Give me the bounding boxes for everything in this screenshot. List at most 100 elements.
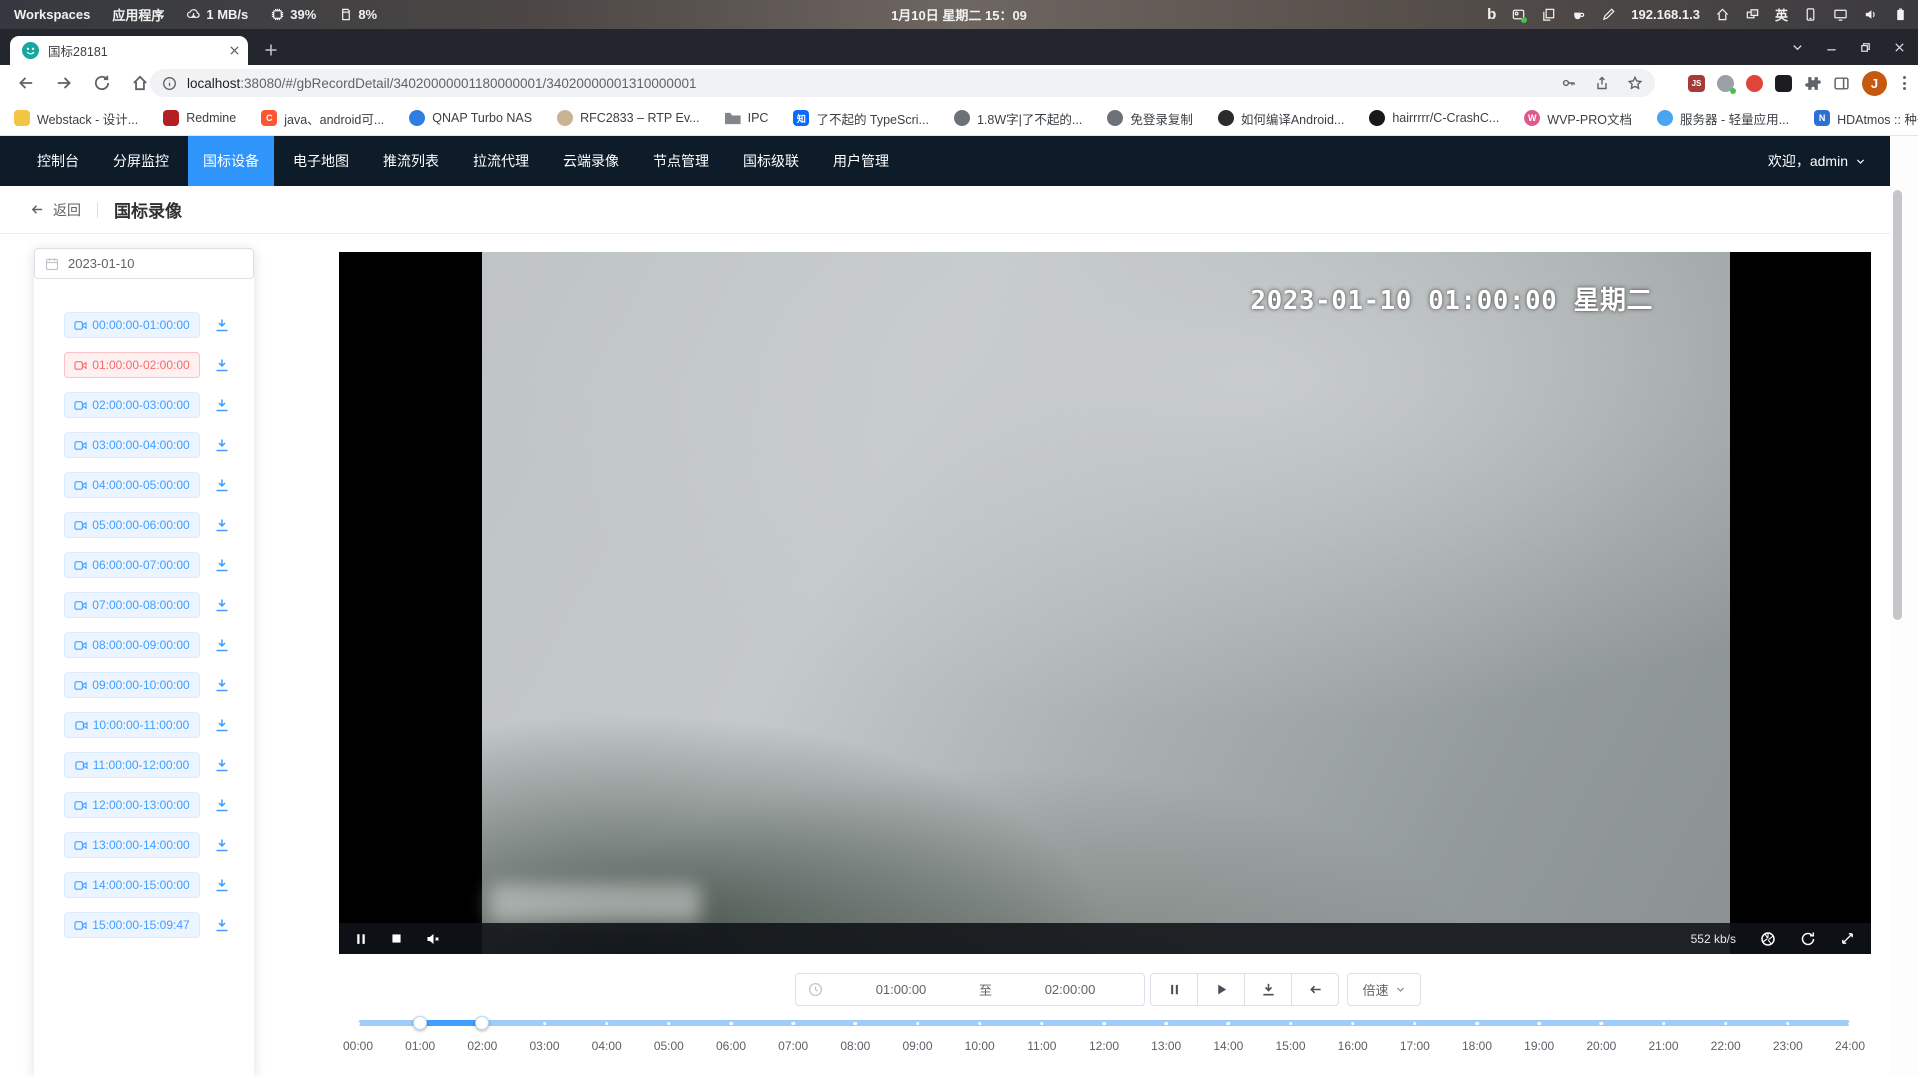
window-minimize-button[interactable]: [1825, 41, 1838, 54]
tab-search-chevron-icon[interactable]: [1791, 41, 1804, 54]
site-info-icon[interactable]: [162, 76, 177, 91]
nav-tab-4[interactable]: 推流列表: [368, 136, 454, 186]
home-button[interactable]: [128, 71, 152, 95]
bookmark-item[interactable]: 如何编译Android...: [1218, 109, 1345, 128]
segment-button[interactable]: 14:00:00-15:00:00: [64, 872, 200, 898]
segment-button[interactable]: 08:00:00-09:00:00: [64, 632, 200, 658]
side-panel-icon[interactable]: [1833, 75, 1850, 92]
segment-button[interactable]: 12:00:00-13:00:00: [64, 792, 200, 818]
nav-tab-9[interactable]: 用户管理: [818, 136, 904, 186]
bookmark-item[interactable]: QNAP Turbo NAS: [409, 110, 532, 126]
segment-download-button[interactable]: [215, 438, 229, 452]
segment-button[interactable]: 05:00:00-06:00:00: [64, 512, 200, 538]
window-restore-button[interactable]: [1859, 41, 1872, 54]
scrollbar-thumb[interactable]: [1893, 190, 1902, 620]
segment-button[interactable]: 03:00:00-04:00:00: [64, 432, 200, 458]
display-tray-icon[interactable]: [1833, 7, 1848, 22]
segment-button[interactable]: 04:00:00-05:00:00: [64, 472, 200, 498]
segment-download-button[interactable]: [215, 878, 229, 892]
bookmark-item[interactable]: Webstack - 设计...: [14, 109, 138, 128]
pen-tray-icon[interactable]: [1601, 7, 1616, 22]
segment-download-button[interactable]: [215, 318, 229, 332]
address-bar[interactable]: localhost:38080/#/gbRecordDetail/3402000…: [150, 69, 1655, 97]
user-menu[interactable]: 欢迎，admin: [1768, 151, 1890, 171]
cpu-usage-indicator[interactable]: 39%: [270, 7, 316, 22]
segment-download-button[interactable]: [215, 638, 229, 652]
bookmark-item[interactable]: 1.8W字|了不起的...: [954, 109, 1082, 128]
segment-button[interactable]: 10:00:00-11:00:00: [64, 712, 200, 738]
player-refresh-icon[interactable]: [1800, 931, 1816, 947]
segment-download-button[interactable]: [215, 518, 229, 532]
screenshot-tray-icon[interactable]: [1511, 7, 1526, 22]
nav-tab-7[interactable]: 节点管理: [638, 136, 724, 186]
input-language-indicator[interactable]: 英: [1775, 5, 1788, 24]
clipboard-tray-icon[interactable]: [1541, 7, 1556, 22]
bookmark-item[interactable]: IPC: [725, 110, 769, 126]
new-tab-button[interactable]: [258, 37, 284, 63]
segment-button[interactable]: 02:00:00-03:00:00: [64, 392, 200, 418]
home-tray-icon[interactable]: [1715, 7, 1730, 22]
clock-indicator[interactable]: 1月10日 星期二 15：09: [891, 5, 1027, 24]
segment-button[interactable]: 00:00:00-01:00:00: [64, 312, 200, 338]
tab-close-icon[interactable]: [229, 45, 240, 56]
nav-tab-0[interactable]: 控制台: [22, 136, 94, 186]
bookmark-item[interactable]: 免登录复制: [1107, 109, 1193, 128]
player-stop-icon[interactable]: [390, 932, 403, 945]
memory-usage-indicator[interactable]: 8%: [338, 7, 377, 22]
page-scrollbar[interactable]: [1890, 136, 1918, 1077]
bookmark-item[interactable]: Redmine: [163, 110, 236, 126]
timeline-handle-end[interactable]: [475, 1016, 489, 1030]
bookmark-item[interactable]: 知 了不起的 TypeScri...: [793, 109, 929, 128]
segment-button[interactable]: 15:00:00-15:09:47: [64, 912, 200, 938]
forward-button[interactable]: [52, 71, 76, 95]
reload-button[interactable]: [90, 71, 114, 95]
segment-download-button[interactable]: [215, 558, 229, 572]
segment-button[interactable]: 06:00:00-07:00:00: [64, 552, 200, 578]
window-close-button[interactable]: [1893, 41, 1906, 54]
snapshot-shutter-icon[interactable]: [1760, 931, 1776, 947]
date-picker-input[interactable]: 2023-01-10: [34, 248, 254, 279]
nav-tab-5[interactable]: 拉流代理: [458, 136, 544, 186]
bookmark-item[interactable]: 服务器 - 轻量应用...: [1657, 109, 1789, 128]
workspaces-button[interactable]: Workspaces: [14, 7, 90, 22]
segment-button[interactable]: 09:00:00-10:00:00: [64, 672, 200, 698]
browser-tab[interactable]: 国标28181: [10, 36, 248, 65]
nav-tab-6[interactable]: 云端录像: [548, 136, 634, 186]
player-pause-icon[interactable]: [354, 932, 368, 946]
share-icon[interactable]: [1594, 75, 1610, 91]
adblock-extension-icon[interactable]: [1746, 75, 1763, 92]
nav-tab-8[interactable]: 国标级联: [728, 136, 814, 186]
seek-back-button[interactable]: [1291, 973, 1339, 1006]
player-mute-icon[interactable]: [425, 931, 441, 947]
nav-tab-2[interactable]: 国标设备: [188, 136, 274, 186]
segment-download-button[interactable]: [215, 678, 229, 692]
browser-menu-icon[interactable]: [1899, 76, 1910, 90]
back-button[interactable]: [14, 71, 38, 95]
bookmark-item[interactable]: RFC2833 – RTP Ev...: [557, 110, 700, 126]
segment-download-button[interactable]: [215, 798, 229, 812]
bookmark-item[interactable]: W WVP-PRO文档: [1524, 109, 1632, 128]
back-link[interactable]: 返回: [30, 200, 81, 220]
proxy-extension-icon[interactable]: [1717, 75, 1734, 92]
segment-download-button[interactable]: [215, 918, 229, 932]
password-key-icon[interactable]: [1561, 75, 1577, 91]
segment-download-button[interactable]: [215, 718, 229, 732]
bookmark-item[interactable]: hairrrrr/C-CrashC...: [1369, 110, 1499, 126]
nav-tab-1[interactable]: 分屏监控: [98, 136, 184, 186]
teacup-tray-icon[interactable]: [1571, 7, 1586, 22]
extensions-puzzle-icon[interactable]: [1804, 75, 1821, 92]
timeline-handle-start[interactable]: [413, 1016, 427, 1030]
profile-avatar[interactable]: J: [1862, 71, 1887, 96]
nav-tab-3[interactable]: 电子地图: [278, 136, 364, 186]
bing-tray-icon[interactable]: b: [1487, 6, 1496, 23]
play-button[interactable]: [1197, 973, 1245, 1006]
applications-button[interactable]: 应用程序: [112, 5, 164, 24]
phone-tray-icon[interactable]: [1803, 7, 1818, 22]
segment-button[interactable]: 11:00:00-12:00:00: [64, 752, 200, 778]
volume-tray-icon[interactable]: [1863, 7, 1878, 22]
battery-tray-icon[interactable]: [1893, 7, 1908, 22]
pause-button[interactable]: [1150, 973, 1198, 1006]
segment-download-button[interactable]: [215, 398, 229, 412]
segment-button[interactable]: 07:00:00-08:00:00: [64, 592, 200, 618]
bookmark-item[interactable]: C java、android可...: [261, 109, 384, 128]
